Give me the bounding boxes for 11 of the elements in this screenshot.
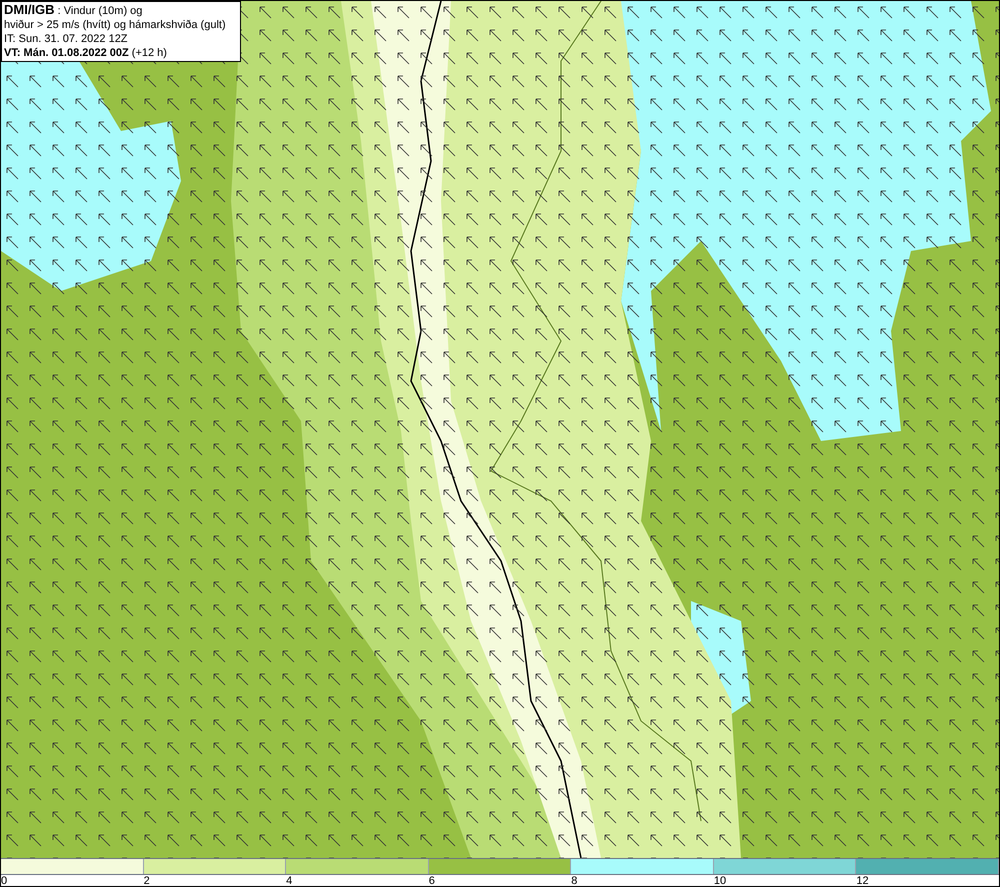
scale-tick-label: 12 [856, 875, 869, 887]
scale-tick-label: 8 [571, 875, 578, 887]
title-line: DMI/IGB : Vindur (10m) og [4, 3, 144, 18]
scale-tick-label: 4 [286, 875, 292, 887]
scale-tick-label: 10 [714, 875, 726, 887]
title-line: IT: Sun. 31. 07. 2022 12Z [4, 32, 129, 46]
scale-tick-label: 6 [428, 875, 435, 887]
scale-tick-label: 2 [144, 875, 150, 887]
title-line: hviður > 25 m/s (hvítt) og hámarkshviða (gult) [4, 18, 227, 32]
valid-time-line: VT: Mán. 01.08.2022 00Z (+12 h) [4, 46, 168, 60]
scale-tick-label: 0 [1, 875, 8, 887]
